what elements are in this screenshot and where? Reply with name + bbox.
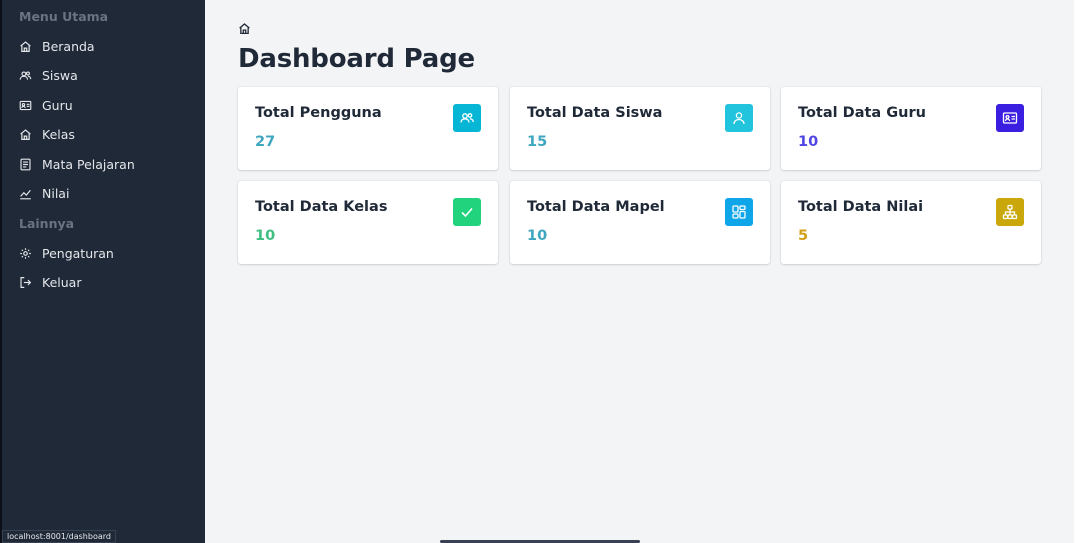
breadcrumb-home-icon[interactable] bbox=[238, 20, 251, 35]
sidebar-item-label: Keluar bbox=[42, 274, 82, 290]
home-icon bbox=[19, 40, 32, 53]
sidebar-item-siswa[interactable]: Siswa bbox=[2, 62, 205, 88]
home-icon bbox=[19, 128, 32, 141]
card-total-data-mapel: Total Data Mapel 10 bbox=[510, 181, 770, 264]
card-title: Total Data Guru bbox=[798, 105, 926, 121]
sidebar-heading-main: Menu Utama bbox=[19, 9, 109, 24]
sidebar-item-keluar[interactable]: Keluar bbox=[2, 269, 205, 295]
users-icon bbox=[453, 104, 481, 132]
card-value: 10 bbox=[527, 228, 548, 244]
card-value: 27 bbox=[255, 134, 276, 150]
card-total-data-siswa: Total Data Siswa 15 bbox=[510, 87, 770, 170]
gear-icon bbox=[19, 247, 32, 260]
card-total-pengguna: Total Pengguna 27 bbox=[238, 87, 498, 170]
card-total-data-guru: Total Data Guru 10 bbox=[781, 87, 1041, 170]
document-icon bbox=[19, 158, 32, 171]
chart-line-icon bbox=[19, 187, 32, 200]
user-icon bbox=[725, 104, 753, 132]
sidebar-item-pengaturan[interactable]: Pengaturan bbox=[2, 240, 205, 266]
logout-icon bbox=[19, 276, 32, 289]
grid-icon bbox=[725, 198, 753, 226]
hierarchy-icon bbox=[996, 198, 1024, 226]
card-value: 5 bbox=[798, 228, 809, 244]
card-value: 10 bbox=[255, 228, 276, 244]
sidebar-item-label: Pengaturan bbox=[42, 245, 114, 261]
users-icon bbox=[19, 69, 32, 82]
id-card-icon bbox=[996, 104, 1024, 132]
sidebar-item-guru[interactable]: Guru bbox=[2, 92, 205, 118]
sidebar-heading-other: Lainnya bbox=[19, 216, 75, 231]
card-total-data-kelas: Total Data Kelas 10 bbox=[238, 181, 498, 264]
sidebar-item-label: Mata Pelajaran bbox=[42, 156, 135, 172]
status-bar-url: localhost:8001/dashboard bbox=[2, 530, 116, 543]
card-total-data-nilai: Total Data Nilai 5 bbox=[781, 181, 1041, 264]
card-title: Total Data Mapel bbox=[527, 199, 665, 215]
id-card-icon bbox=[19, 99, 32, 112]
main-content: Dashboard Page Total Pengguna 27 Total D… bbox=[205, 0, 1074, 543]
card-value: 15 bbox=[527, 134, 548, 150]
card-title: Total Data Nilai bbox=[798, 199, 924, 215]
card-title: Total Data Siswa bbox=[527, 105, 663, 121]
sidebar-item-kelas[interactable]: Kelas bbox=[2, 121, 205, 147]
card-title: Total Data Kelas bbox=[255, 199, 388, 215]
sidebar-item-label: Nilai bbox=[42, 185, 70, 201]
sidebar-item-label: Kelas bbox=[42, 126, 75, 142]
card-value: 10 bbox=[798, 134, 819, 150]
sidebar-item-label: Beranda bbox=[42, 38, 95, 54]
sidebar-item-label: Siswa bbox=[42, 67, 78, 83]
sidebar-item-label: Guru bbox=[42, 97, 73, 113]
sidebar: Menu Utama Beranda Siswa Guru Kelas Mata… bbox=[2, 0, 205, 543]
card-title: Total Pengguna bbox=[255, 105, 382, 121]
check-icon bbox=[453, 198, 481, 226]
sidebar-item-beranda[interactable]: Beranda bbox=[2, 33, 205, 59]
window-edge bbox=[1074, 0, 1080, 543]
sidebar-item-nilai[interactable]: Nilai bbox=[2, 180, 205, 206]
sidebar-item-mata-pelajaran[interactable]: Mata Pelajaran bbox=[2, 151, 205, 177]
page-title: Dashboard Page bbox=[238, 44, 475, 74]
